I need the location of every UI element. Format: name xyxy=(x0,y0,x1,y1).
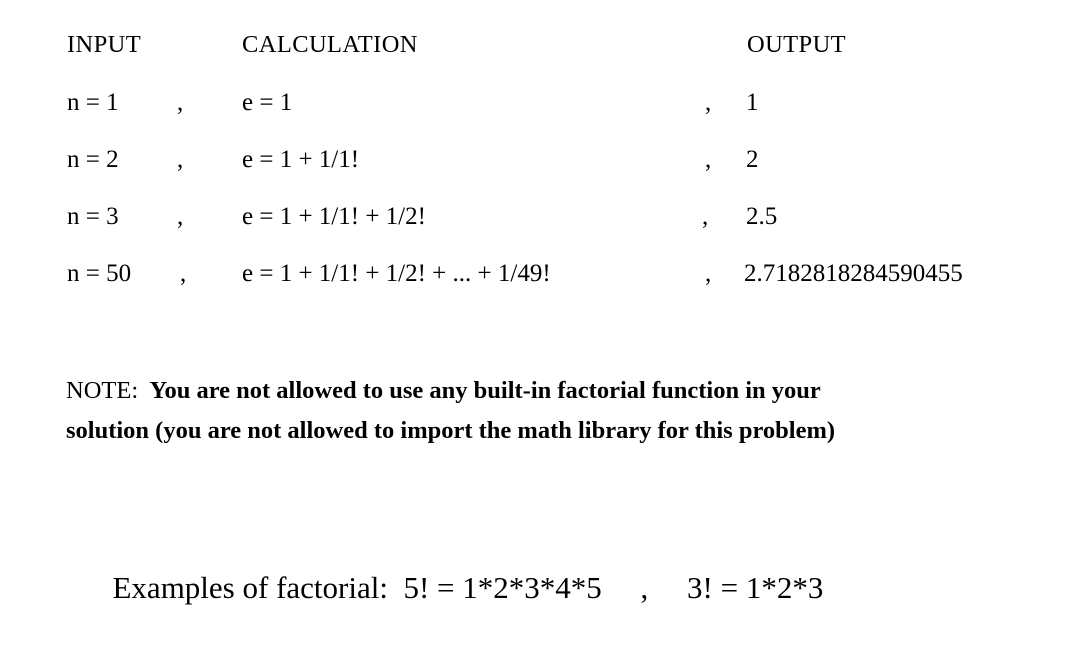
note-text-line-1: You are not allowed to use any built-in … xyxy=(149,377,821,404)
row-input-value: n = 3 xyxy=(67,203,119,230)
examples-first-expression: 5! = 1*2*3*4*5 xyxy=(403,570,602,605)
table-row: n = 3 , e = 1 + 1/1! + 1/2! , 2.5 xyxy=(0,200,1088,234)
row-output-value: 2.5 xyxy=(746,203,778,230)
row-calculation-expression: e = 1 xyxy=(242,89,293,116)
row-separator-comma: , xyxy=(702,203,709,230)
row-calculation-expression: e = 1 + 1/1! + 1/2! xyxy=(242,203,426,230)
row-separator-comma: , xyxy=(705,146,712,173)
row-separator-comma: , xyxy=(177,203,184,230)
table-header-row: INPUT CALCULATION OUTPUT xyxy=(0,28,1088,62)
table-row: n = 2 , e = 1 + 1/1! , 2 xyxy=(0,143,1088,177)
column-header-input: INPUT xyxy=(67,31,142,58)
table-row: n = 1 , e = 1 , 1 xyxy=(0,86,1088,120)
note-label: NOTE: xyxy=(66,377,139,404)
row-output-value: 2 xyxy=(746,146,759,173)
row-output-value: 2.7182818284590455 xyxy=(744,260,963,287)
row-input-value: n = 2 xyxy=(67,146,119,173)
row-separator-comma: , xyxy=(180,260,187,287)
row-separator-comma: , xyxy=(705,260,712,287)
document-page: INPUT CALCULATION OUTPUT n = 1 , e = 1 ,… xyxy=(0,0,1088,612)
examples-label: Examples of factorial: xyxy=(112,570,388,605)
row-separator-comma: , xyxy=(705,89,712,116)
examples-second-expression: 3! = 1*2*3 xyxy=(687,570,824,605)
note-block: NOTE: You are not allowed to use any bui… xyxy=(66,371,1066,451)
column-header-output: OUTPUT xyxy=(747,31,847,58)
row-separator-comma: , xyxy=(177,146,184,173)
column-header-calculation: CALCULATION xyxy=(242,31,418,58)
row-separator-comma: , xyxy=(177,89,184,116)
row-calculation-expression: e = 1 + 1/1! xyxy=(242,146,360,173)
examples-block: Examples of factorial: 5! = 1*2*3*4*5 , … xyxy=(66,522,1076,654)
table-row: n = 50 , e = 1 + 1/1! + 1/2! + ... + 1/4… xyxy=(0,257,1088,291)
row-input-value: n = 1 xyxy=(67,89,119,116)
examples-line: Examples of factorial: 5! = 1*2*3*4*5 , … xyxy=(66,522,1076,654)
row-calculation-expression: e = 1 + 1/1! + 1/2! + ... + 1/49! xyxy=(242,260,551,287)
note-line-second: solution (you are not allowed to import … xyxy=(66,411,1066,451)
note-line-first: NOTE: You are not allowed to use any bui… xyxy=(66,371,1066,411)
note-text-line-2: solution (you are not allowed to import … xyxy=(66,417,836,444)
row-input-value: n = 50 xyxy=(67,260,132,287)
row-output-value: 1 xyxy=(746,89,759,116)
